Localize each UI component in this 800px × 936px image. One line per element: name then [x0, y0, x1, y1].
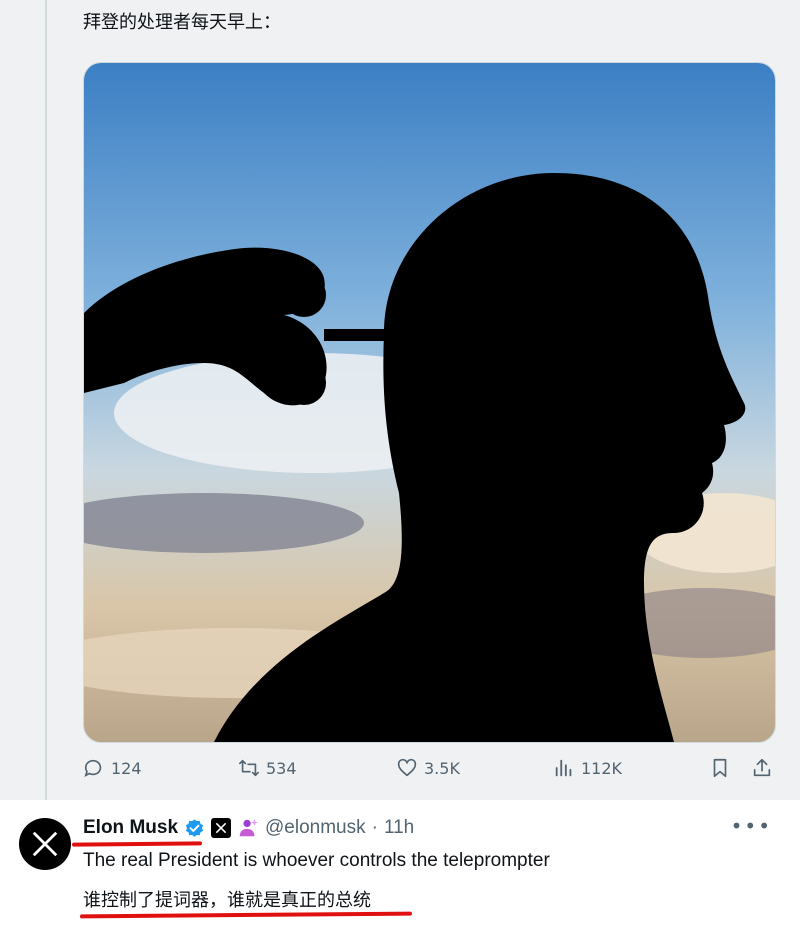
x-logo-icon — [32, 831, 58, 857]
views-count: 112K — [581, 758, 623, 778]
x-affiliate-icon[interactable] — [211, 818, 232, 838]
tweet-text-english: The real President is whoever controls t… — [83, 850, 550, 871]
views-icon — [555, 759, 572, 777]
action-bar: 124 534 3.5K 112K — [83, 757, 783, 787]
quoted-post-text: 拜登的处理者每天早上： — [83, 12, 281, 33]
reply-icon — [84, 759, 102, 777]
like-button[interactable]: 3.5K — [396, 757, 460, 779]
more-options-icon[interactable]: ••• — [731, 814, 772, 838]
share-button[interactable] — [751, 757, 773, 779]
post-image[interactable] — [83, 62, 776, 743]
reply-button[interactable]: 124 — [83, 757, 142, 779]
retweet-icon — [239, 759, 259, 777]
heart-icon — [397, 758, 417, 777]
author-name[interactable]: Elon Musk — [83, 817, 178, 839]
avatar[interactable] — [19, 818, 71, 870]
tweet-text-chinese: 谁控制了提词器，谁就是真正的总统 — [83, 890, 371, 911]
tweet-header: Elon Musk @elonmusk · 11h — [83, 817, 414, 839]
bookmark-icon — [713, 758, 727, 778]
repost-button[interactable]: 534 — [238, 757, 297, 779]
wind-up-key-silhouette-image — [84, 63, 775, 742]
repost-count: 534 — [266, 758, 297, 778]
reply-count: 124 — [111, 758, 142, 778]
post-time[interactable]: 11h — [384, 817, 414, 839]
views-button[interactable]: 112K — [553, 757, 622, 779]
person-sparkle-icon — [239, 818, 259, 837]
thread-line — [45, 0, 47, 800]
like-count: 3.5K — [424, 758, 460, 778]
author-handle[interactable]: @elonmusk — [265, 817, 366, 839]
share-icon — [753, 758, 771, 777]
verified-badge-icon — [185, 818, 204, 837]
bookmark-button[interactable] — [709, 757, 731, 779]
separator: · — [371, 817, 378, 838]
